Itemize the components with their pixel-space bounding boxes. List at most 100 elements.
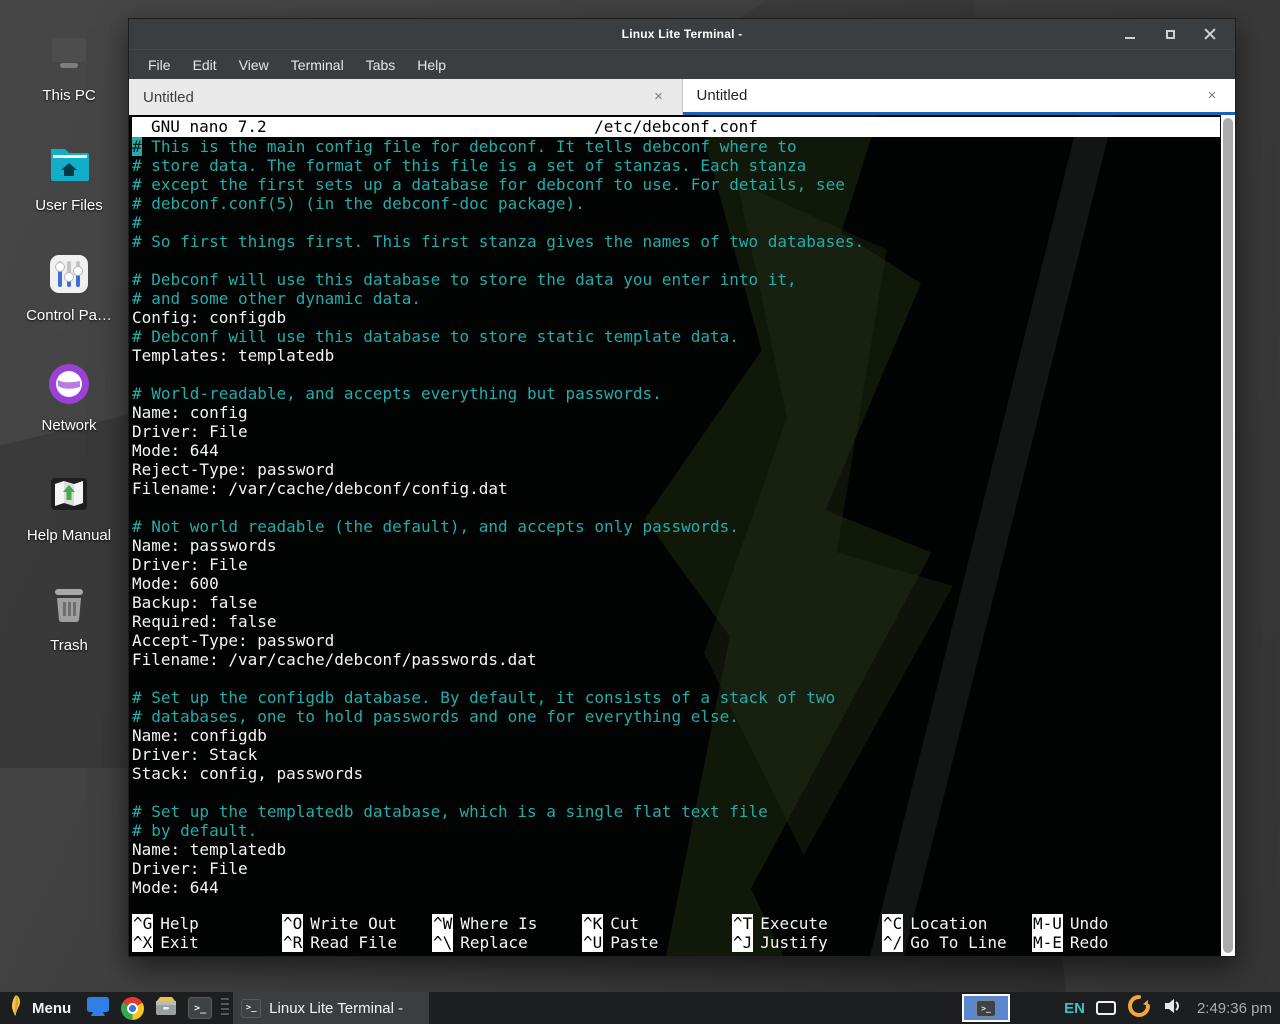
terminal-line: Reject-Type: password — [132, 460, 1221, 479]
scrollbar-thumb[interactable] — [1223, 118, 1233, 953]
menu-item-file[interactable]: File — [137, 53, 182, 77]
desktop-icon-control-panel[interactable]: Control Pa… — [6, 240, 132, 350]
shortcut-key: M-E — [1032, 933, 1063, 952]
terminal-line: # by default. — [132, 821, 1221, 840]
workspace-switcher[interactable] — [962, 994, 1010, 1022]
clock[interactable]: 2:49:36 pm — [1197, 1000, 1272, 1017]
menu-item-edit[interactable]: Edit — [182, 53, 228, 77]
panel-grip-handle[interactable] — [221, 998, 229, 1018]
computer-icon — [45, 30, 93, 78]
update-notifier-icon[interactable] — [1127, 994, 1151, 1023]
taskbar-window-label: Linux Lite Terminal - — [269, 1000, 403, 1017]
nano-shortcut: ^RRead File — [282, 933, 432, 952]
linux-lite-logo-icon — [8, 994, 24, 1023]
terminal-line: Name: config — [132, 403, 1221, 422]
taskbar: Menu Linux Lite Terminal - — [0, 992, 1280, 1024]
shortcut-label: Read File — [310, 933, 397, 952]
tab-close-icon[interactable] — [1203, 87, 1221, 105]
terminal-line: Name: passwords — [132, 536, 1221, 555]
nano-file-path: /etc/debconf.conf — [132, 117, 1220, 137]
terminal-line — [132, 783, 1221, 802]
desktop-icon-help-manual[interactable]: Help Manual — [6, 460, 132, 570]
terminal-line: Filename: /var/cache/debconf/passwords.d… — [132, 650, 1221, 669]
nano-shortcut: M-U Undo — [1032, 914, 1221, 933]
terminal-line: Name: templatedb — [132, 840, 1221, 859]
terminal-line: # So first things first. This first stan… — [132, 232, 1221, 251]
terminal-line: # databases, one to hold passwords and o… — [132, 707, 1221, 726]
taskbar-window-button[interactable]: Linux Lite Terminal - — [233, 992, 429, 1024]
tab-label: Untitled — [697, 87, 1204, 104]
chrome-icon — [121, 997, 144, 1020]
shortcut-label: Go To Line — [910, 933, 1006, 952]
terminal-line: Mode: 600 — [132, 574, 1221, 593]
menu-item-tabs[interactable]: Tabs — [355, 53, 407, 77]
chrome-launcher[interactable] — [117, 992, 147, 1024]
shortcut-label: Cut — [610, 914, 639, 933]
terminal-line: Driver: Stack — [132, 745, 1221, 764]
terminal-line — [132, 669, 1221, 688]
close-icon — [1204, 28, 1216, 40]
menu-item-help[interactable]: Help — [406, 53, 457, 77]
terminal-line: Mode: 644 — [132, 441, 1221, 460]
shortcut-label: Undo — [1070, 914, 1109, 933]
menu-item-view[interactable]: View — [228, 53, 280, 77]
terminal-line: # Set up the configdb database. By defau… — [132, 688, 1221, 707]
shortcut-key: ^G — [132, 914, 153, 933]
shortcut-key: ^W — [432, 914, 453, 933]
keyboard-layout-indicator[interactable]: EN — [1064, 1000, 1085, 1017]
help-manual-icon — [45, 470, 93, 518]
file-manager-launcher[interactable] — [151, 992, 181, 1024]
terminal-line: Accept-Type: password — [132, 631, 1221, 650]
control-panel-icon — [45, 250, 93, 298]
desktop-icon-label: Help Manual — [27, 527, 111, 544]
terminal-line — [132, 251, 1221, 270]
terminal-icon — [188, 997, 212, 1019]
terminal-line: Stack: config, passwords — [132, 764, 1221, 783]
tab-untitled-1[interactable]: Untitled — [129, 79, 683, 115]
terminal-line: # This is the main config file for debco… — [132, 137, 1221, 156]
terminal-launcher[interactable] — [185, 992, 215, 1024]
tab-untitled-2[interactable]: Untitled — [683, 79, 1236, 115]
trash-icon — [45, 580, 93, 628]
volume-icon[interactable] — [1162, 996, 1182, 1021]
terminal-scrollbar[interactable] — [1221, 115, 1235, 956]
nano-buffer[interactable]: # This is the main config file for debco… — [132, 137, 1221, 897]
desktop-icon-user-files[interactable]: User Files — [6, 130, 132, 240]
nano-shortcut: ^/ Go To Line — [882, 933, 1032, 952]
desktop-icon-label: Control Pa… — [26, 307, 112, 324]
nano-editor[interactable]: /etc/debconf.conf GNU nano 7.2 # This is… — [129, 115, 1221, 956]
tab-bar: Untitled Untitled — [129, 79, 1235, 115]
desktop-icon-label: User Files — [35, 197, 103, 214]
terminal-line: # — [132, 213, 1221, 232]
titlebar[interactable]: Linux Lite Terminal - — [129, 19, 1235, 49]
display-settings-icon[interactable] — [1096, 1001, 1116, 1015]
start-menu-button[interactable]: Menu — [0, 992, 81, 1024]
shortcut-key: ^/ — [882, 933, 903, 952]
terminal-line: Templates: templatedb — [132, 346, 1221, 365]
nano-shortcut: ^KCut — [582, 914, 732, 933]
terminal-line: Mode: 644 — [132, 878, 1221, 897]
shortcut-label: Replace — [460, 933, 527, 952]
nano-shortcut: ^TExecute — [732, 914, 882, 933]
close-button[interactable] — [1203, 27, 1217, 41]
browser-launcher[interactable] — [83, 992, 113, 1024]
window-controls — [1123, 27, 1235, 41]
terminal-line: Name: configdb — [132, 726, 1221, 745]
shortcut-label: Exit — [160, 933, 199, 952]
tab-close-icon[interactable] — [650, 88, 668, 106]
shortcut-key: M-U — [1032, 914, 1063, 933]
menu-item-terminal[interactable]: Terminal — [280, 53, 355, 77]
minimize-icon — [1125, 37, 1135, 39]
terminal-view[interactable]: /etc/debconf.conf GNU nano 7.2 # This is… — [129, 115, 1235, 956]
terminal-line: Filename: /var/cache/debconf/config.dat — [132, 479, 1221, 498]
desktop-icon-network[interactable]: Network — [6, 350, 132, 460]
minimize-button[interactable] — [1123, 27, 1137, 41]
maximize-button[interactable] — [1163, 27, 1177, 41]
nano-shortcut: ^JJustify — [732, 933, 882, 952]
terminal-line: # Set up the templatedb database, which … — [132, 802, 1221, 821]
system-tray: EN 2:49:36 pm — [1064, 994, 1280, 1023]
desktop-icon-trash[interactable]: Trash — [6, 570, 132, 680]
home-folder-icon — [45, 140, 93, 188]
desktop-icon-label: This PC — [42, 87, 95, 104]
desktop-icon-this-pc[interactable]: This PC — [6, 20, 132, 130]
